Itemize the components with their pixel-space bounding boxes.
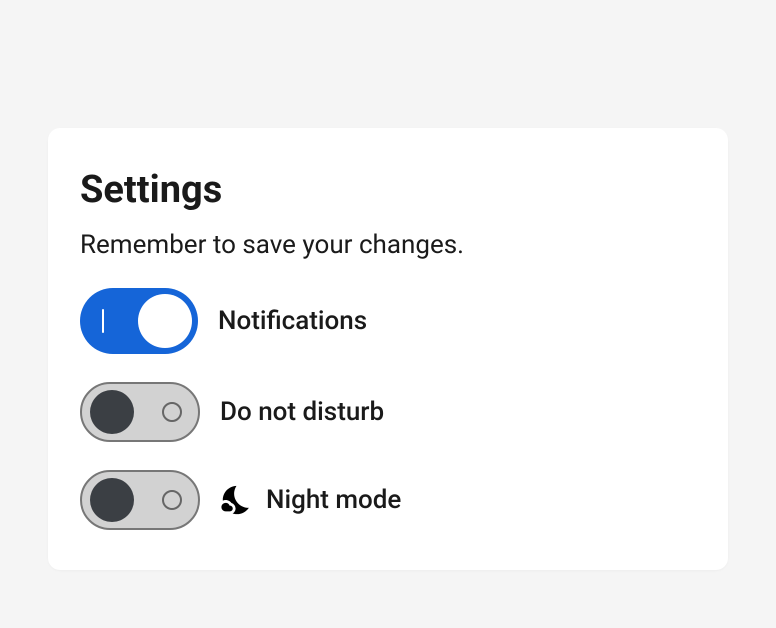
settings-subtitle: Remember to save your changes.: [80, 230, 696, 260]
switch-thumb: [90, 478, 134, 522]
do-not-disturb-label: Do not disturb: [220, 397, 384, 427]
switch-thumb: [90, 390, 134, 434]
do-not-disturb-toggle[interactable]: [80, 382, 200, 442]
night-mode-toggle[interactable]: [80, 470, 200, 530]
settings-title: Settings: [80, 168, 696, 212]
notifications-label: Notifications: [218, 306, 367, 336]
notifications-toggle[interactable]: [80, 288, 198, 354]
switch-off-indicator: [162, 490, 182, 510]
switch-on-indicator: [102, 309, 104, 333]
night-mode-label: Night mode: [266, 485, 401, 515]
do-not-disturb-row: Do not disturb: [80, 382, 696, 442]
switch-thumb: [138, 294, 192, 348]
night-mode-row: Night mode: [80, 470, 696, 530]
settings-card: Settings Remember to save your changes. …: [48, 128, 728, 570]
night-mode-label-group: Night mode: [220, 483, 401, 517]
switch-off-indicator: [162, 402, 182, 422]
notifications-row: Notifications: [80, 288, 696, 354]
moon-icon: [220, 483, 254, 517]
